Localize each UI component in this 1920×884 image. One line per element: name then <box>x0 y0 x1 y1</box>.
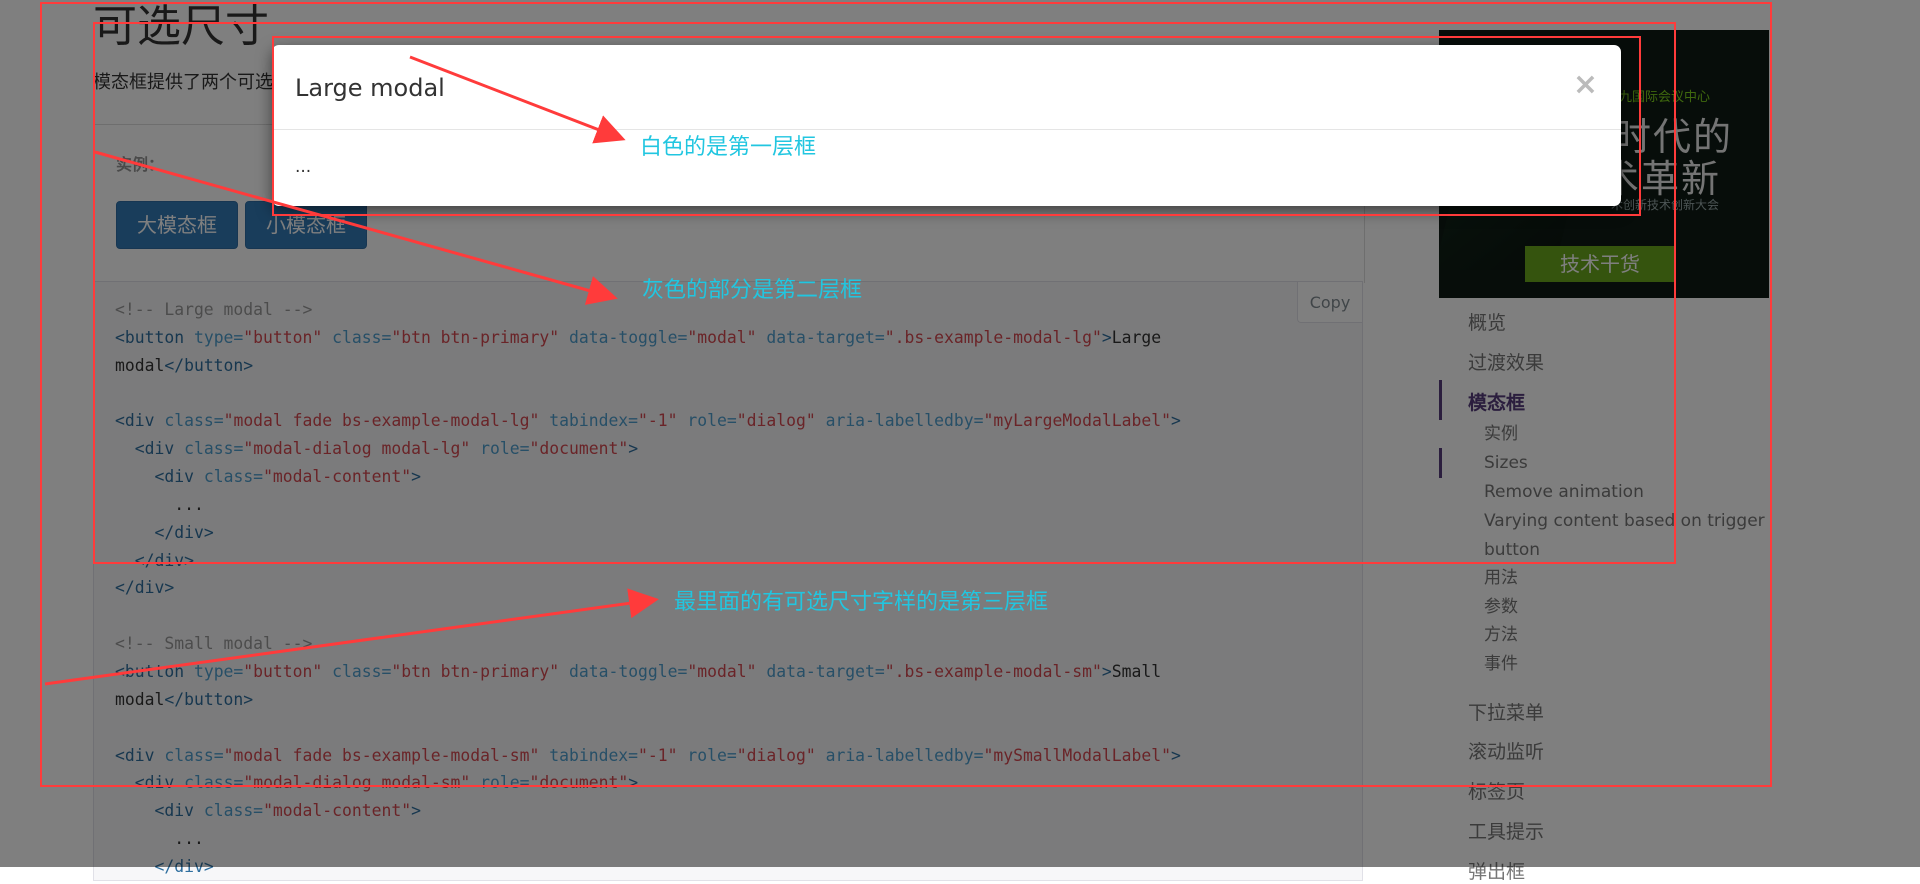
annotation-layer2-text: 灰色的部分是第二层框 <box>642 278 863 303</box>
modal-title: Large modal <box>295 74 445 102</box>
annotation-layer1-text: 白色的是第一层框 <box>640 135 817 160</box>
close-icon[interactable]: × <box>1573 67 1598 102</box>
modal-body: ... <box>295 157 312 177</box>
large-modal: Large modal × ... <box>272 45 1621 206</box>
modal-header: Large modal × <box>272 45 1621 130</box>
annotation-layer3-text: 最里面的有可选尺寸字样的是第三层框 <box>674 590 1049 615</box>
